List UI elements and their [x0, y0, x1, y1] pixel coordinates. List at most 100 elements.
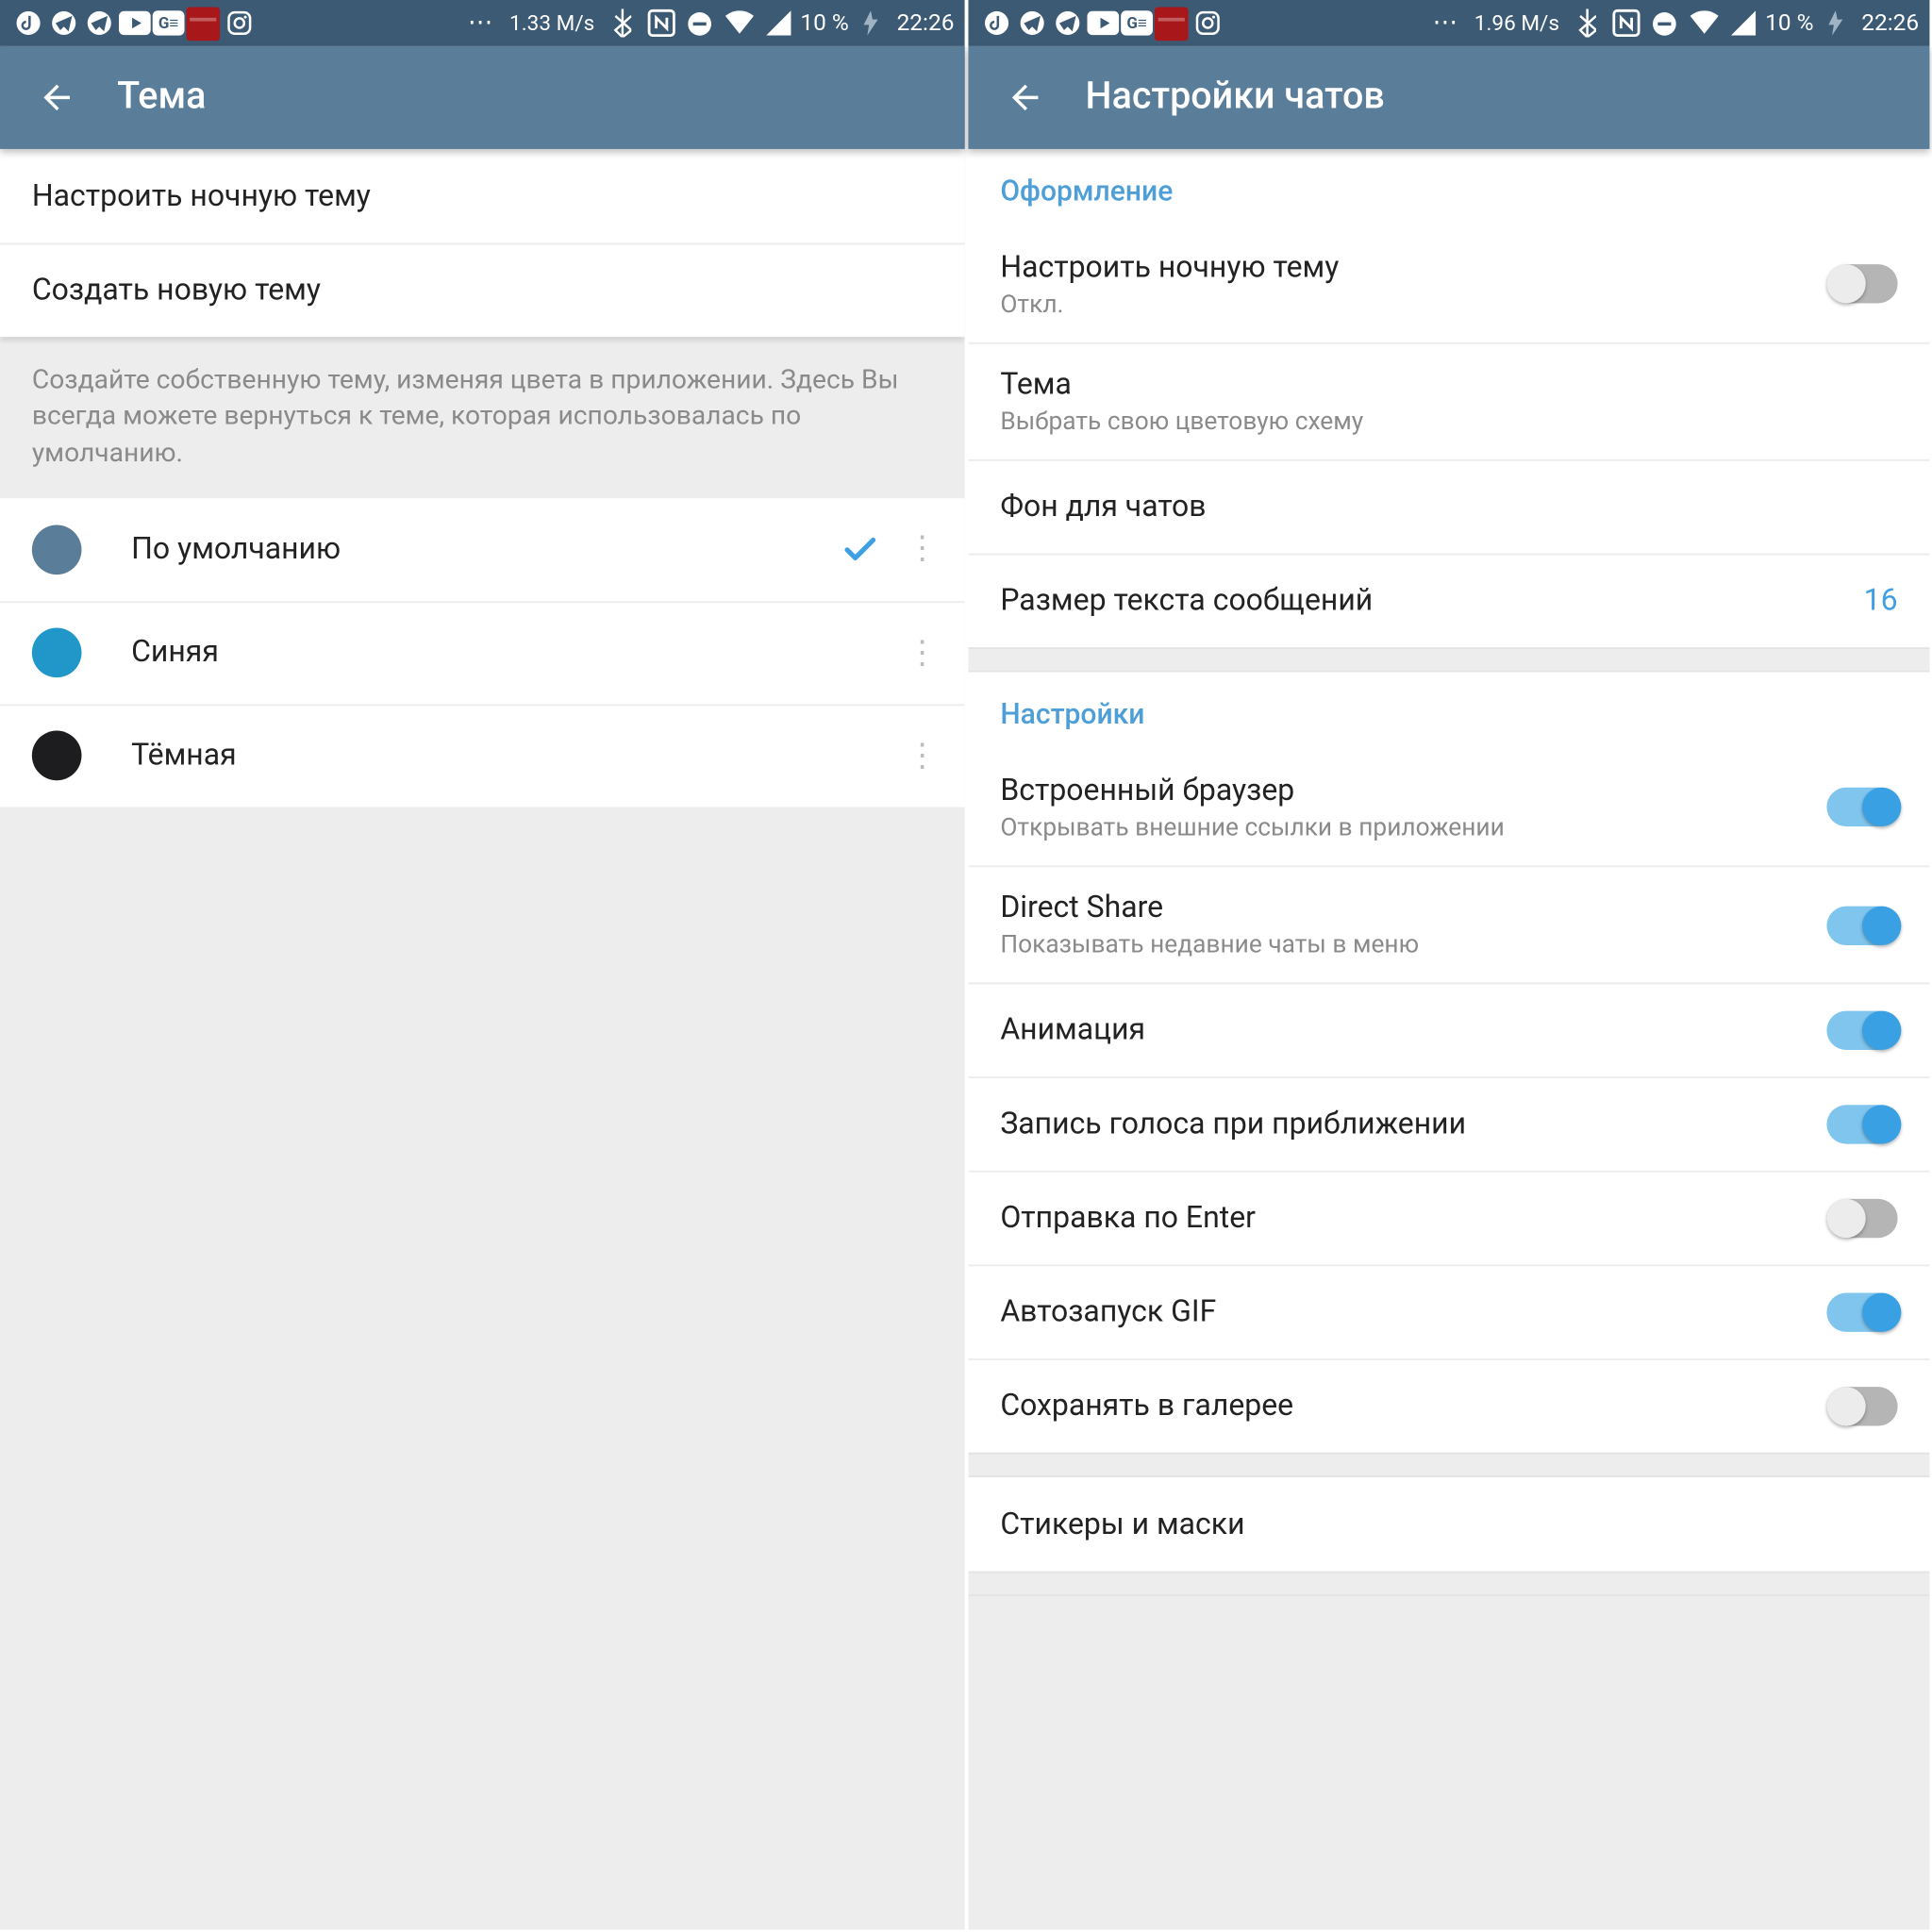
row-title: Отправка по Enter — [1000, 1201, 1256, 1237]
hint-text: Создайте собственную тему, изменяя цвета… — [0, 337, 965, 498]
toggle-gif[interactable] — [1826, 1293, 1897, 1332]
theme-item-blue[interactable]: Синяя ⋮ — [0, 601, 965, 704]
status-bar: G≡ ⋯ 1.96 M/s 10 % — [968, 0, 1929, 46]
screen-chat-settings: G≡ ⋯ 1.96 M/s 10 % — [965, 0, 1930, 1929]
row-animation[interactable]: Анимация — [968, 983, 1929, 1077]
back-button[interactable] — [990, 62, 1060, 133]
tiktok-icon — [979, 7, 1013, 41]
row-send-enter[interactable]: Отправка по Enter — [968, 1171, 1929, 1265]
overflow-icon[interactable]: ⋮ — [897, 738, 947, 774]
telegram-icon-2 — [81, 7, 115, 41]
page-title: Настройки чатов — [1086, 76, 1385, 119]
app-icon — [1155, 7, 1189, 41]
row-title: Direct Share — [1000, 891, 1806, 926]
row-subtitle: Открывать внешние ссылки в приложении — [1000, 813, 1806, 841]
screen-theme: G≡ ⋯ 1.33 M/s 10 % — [0, 0, 965, 1929]
row-title: Запись голоса при приближении — [1000, 1107, 1466, 1142]
check-icon — [841, 530, 897, 569]
theme-label: По умолчанию — [131, 532, 841, 568]
row-title: Настроить ночную тему — [1000, 249, 1806, 285]
text-size-value: 16 — [1864, 584, 1898, 620]
swatch-icon — [32, 731, 82, 781]
section-header-design: Оформление — [968, 149, 1929, 225]
row-autoplay-gif[interactable]: Автозапуск GIF — [968, 1264, 1929, 1358]
row-title: Фон для чатов — [1000, 490, 1206, 525]
youtube-icon — [117, 7, 151, 41]
net-speed: 1.33 M/s — [509, 10, 594, 35]
row-label: Настроить ночную тему — [32, 178, 371, 214]
content: Настроить ночную тему Создать новую тему… — [0, 149, 965, 1930]
toggle-browser[interactable] — [1826, 788, 1897, 826]
toggle-animation[interactable] — [1826, 1011, 1897, 1050]
nfc-icon — [644, 7, 678, 41]
telegram-icon — [1014, 7, 1048, 41]
net-speed: 1.96 M/s — [1474, 10, 1559, 35]
section-header-settings: Настройки — [968, 673, 1929, 749]
news-icon: G≡ — [153, 10, 185, 35]
more-icon: ⋯ — [463, 7, 497, 41]
row-night-theme[interactable]: Настроить ночную тему Откл. — [968, 225, 1929, 342]
theme-label: Синяя — [131, 636, 841, 672]
row-title: Автозапуск GIF — [1000, 1294, 1216, 1330]
toggle-night[interactable] — [1826, 264, 1897, 303]
swatch-icon — [32, 525, 82, 575]
row-title: Размер текста сообщений — [1000, 584, 1373, 620]
youtube-icon — [1086, 7, 1120, 41]
row-title: Встроенный браузер — [1000, 773, 1806, 808]
battery-pct: 10 % — [800, 9, 848, 36]
instagram-icon — [1190, 7, 1224, 41]
toggle-voice[interactable] — [1826, 1105, 1897, 1143]
row-night-theme[interactable]: Настроить ночную тему — [0, 149, 965, 243]
charging-icon — [1819, 7, 1853, 41]
dnd-icon — [683, 7, 717, 41]
toggle-gallery[interactable] — [1826, 1387, 1897, 1425]
bluetooth-icon — [1570, 7, 1604, 41]
row-save-gallery[interactable]: Сохранять в галерее — [968, 1358, 1929, 1453]
app-icon — [186, 7, 220, 41]
row-direct-share[interactable]: Direct Share Показывать недавние чаты в … — [968, 865, 1929, 982]
row-stickers[interactable]: Стикеры и маски — [968, 1477, 1929, 1572]
row-create-theme[interactable]: Создать новую тему — [0, 243, 965, 338]
row-title: Тема — [1000, 367, 1897, 403]
row-text-size[interactable]: Размер текста сообщений 16 — [968, 554, 1929, 648]
tiktok-icon — [10, 7, 44, 41]
clock: 22:26 — [1861, 9, 1919, 36]
signal-icon — [761, 7, 795, 41]
row-label: Создать новую тему — [32, 274, 321, 309]
row-title: Анимация — [1000, 1012, 1145, 1048]
app-bar: Настройки чатов — [968, 46, 1929, 149]
telegram-icon — [46, 7, 80, 41]
wifi-icon — [723, 7, 757, 41]
overflow-icon[interactable]: ⋮ — [897, 635, 947, 672]
dnd-icon — [1648, 7, 1682, 41]
back-button[interactable] — [22, 62, 92, 133]
status-bar: G≡ ⋯ 1.33 M/s 10 % — [0, 0, 965, 46]
bluetooth-icon — [606, 7, 640, 41]
more-icon: ⋯ — [1428, 7, 1462, 41]
theme-item-default[interactable]: По умолчанию ⋮ — [0, 498, 965, 601]
theme-item-dark[interactable]: Тёмная ⋮ — [0, 704, 965, 807]
content[interactable]: Оформление Настроить ночную тему Откл. Т… — [968, 149, 1929, 1930]
charging-icon — [854, 7, 888, 41]
row-title: Стикеры и маски — [1000, 1507, 1244, 1542]
row-subtitle: Выбрать свою цветовую схему — [1000, 408, 1897, 436]
theme-label: Тёмная — [131, 739, 841, 774]
row-subtitle: Откл. — [1000, 290, 1806, 318]
news-icon: G≡ — [1121, 10, 1153, 35]
instagram-icon — [222, 7, 256, 41]
telegram-icon-2 — [1050, 7, 1084, 41]
signal-icon — [1726, 7, 1760, 41]
app-bar: Тема — [0, 46, 965, 149]
wifi-icon — [1687, 7, 1721, 41]
battery-pct: 10 % — [1765, 9, 1813, 36]
row-browser[interactable]: Встроенный браузер Открывать внешние ссы… — [968, 748, 1929, 865]
row-chat-background[interactable]: Фон для чатов — [968, 459, 1929, 554]
row-subtitle: Показывать недавние чаты в меню — [1000, 931, 1806, 959]
overflow-icon[interactable]: ⋮ — [897, 531, 947, 568]
nfc-icon — [1609, 7, 1643, 41]
row-theme[interactable]: Тема Выбрать свою цветовую схему — [968, 342, 1929, 459]
page-title: Тема — [117, 76, 206, 119]
toggle-direct-share[interactable] — [1826, 906, 1897, 944]
toggle-enter[interactable] — [1826, 1199, 1897, 1238]
row-raise-to-record[interactable]: Запись голоса при приближении — [968, 1076, 1929, 1171]
